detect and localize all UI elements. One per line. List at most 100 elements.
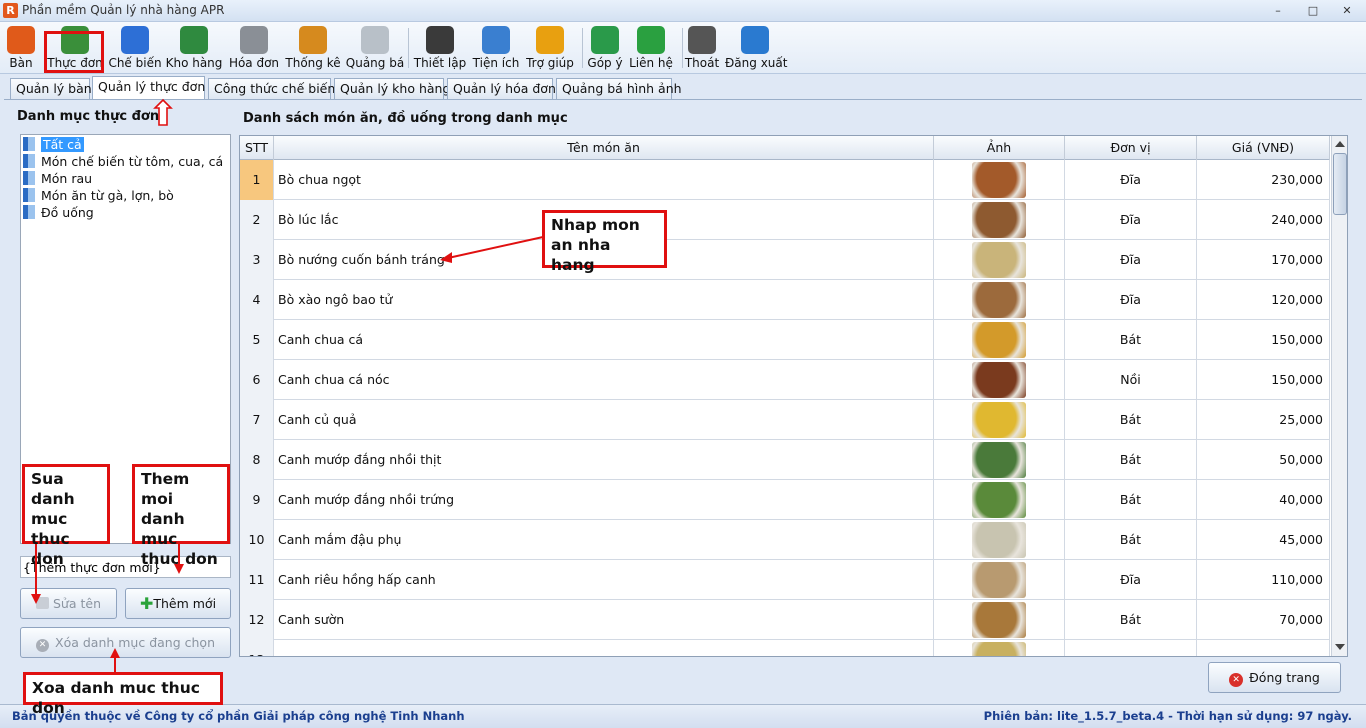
edit-icon (35, 597, 49, 609)
table-row[interactable]: 10 Canh mắm đậu phụ Bát 45,000 (240, 520, 1330, 560)
toolbar-button-7[interactable]: Thiết lập (414, 24, 466, 72)
scroll-down-icon[interactable] (1335, 644, 1345, 650)
barrier-icon (426, 26, 454, 54)
table-row[interactable]: 1 Bò chua ngọt Đĩa 230,000 (240, 160, 1330, 200)
table-row[interactable]: 3 Bò nướng cuốn bánh tráng Đĩa 170,000 (240, 240, 1330, 280)
table-row[interactable]: 8 Canh mướp đắng nhồi thịt Bát 50,000 (240, 440, 1330, 480)
row-price: 25,000 (1197, 400, 1330, 440)
toolbar-separator (682, 28, 683, 68)
table-row[interactable]: 9 Canh mướp đắng nhồi trứng Bát 40,000 (240, 480, 1330, 520)
dish-photo (972, 282, 1026, 318)
row-price: 110,000 (1197, 560, 1330, 600)
toolbar-button-13[interactable]: Đăng xuất (725, 24, 787, 72)
col-price[interactable]: Giá (VNĐ) (1197, 136, 1330, 160)
table-row[interactable]: 4 Bò xào ngô bao tử Đĩa 120,000 (240, 280, 1330, 320)
molecule-icon (121, 26, 149, 54)
add-category-button[interactable]: ✚Thêm mới (125, 588, 231, 619)
scroll-thumb[interactable] (1333, 153, 1347, 215)
callout-delete-category: Xoa danh muc thuc don (23, 672, 223, 717)
dish-list-title: Danh sách món ăn, đồ uống trong danh mục (243, 111, 568, 126)
col-name[interactable]: Tên món ăn (274, 136, 934, 160)
category-item[interactable]: Tất cả (23, 137, 84, 154)
category-item[interactable]: Đồ uống (23, 205, 94, 222)
toolbar-button-8[interactable]: Tiện ích (472, 24, 520, 72)
toolbar-button-0[interactable]: Bàn (0, 24, 45, 72)
row-unit (1065, 640, 1197, 656)
folder-icon (23, 205, 35, 219)
tab-2[interactable]: Công thức chế biến (208, 78, 335, 100)
tab-1[interactable]: Quản lý thực đơn (92, 76, 205, 100)
box-icon (482, 26, 510, 54)
tab-4[interactable]: Quản lý hóa đơn (447, 78, 556, 100)
toolbar-button-9[interactable]: Trợ giúp (526, 24, 574, 72)
toolbar-label: Hóa đơn (228, 56, 280, 70)
tab-5[interactable]: Quảng bá hình ảnh (556, 78, 682, 100)
row-stt: 3 (240, 240, 274, 280)
row-name: Canh chua cá (274, 320, 934, 360)
toolbar-button-2[interactable]: Chế biến (108, 24, 162, 72)
dish-photo (972, 202, 1026, 238)
row-image (934, 160, 1065, 200)
col-stt[interactable]: STT (240, 136, 274, 160)
row-stt: 4 (240, 280, 274, 320)
dish-photo (972, 162, 1026, 198)
minimize-button[interactable]: – (1268, 4, 1288, 18)
category-item[interactable]: Món rau (23, 171, 92, 188)
row-price (1197, 640, 1330, 656)
col-image[interactable]: Ảnh (934, 136, 1065, 160)
toolbar-label: Tiện ích (472, 56, 520, 70)
dish-grid[interactable]: STT Tên món ăn Ảnh Đơn vị Giá (VNĐ) 1 Bò … (239, 135, 1348, 657)
row-stt: 1 (240, 160, 274, 200)
toolbar-button-12[interactable]: Thoát (678, 24, 726, 72)
table-row[interactable]: 12 Canh sườn Bát 70,000 (240, 600, 1330, 640)
power-icon (688, 26, 716, 54)
close-window-button[interactable]: ✕ (1337, 4, 1357, 18)
edit-category-button[interactable]: Sửa tên (20, 588, 117, 619)
vertical-scrollbar[interactable] (1331, 136, 1347, 656)
table-row[interactable]: 6 Canh chua cá nóc Nồi 150,000 (240, 360, 1330, 400)
copyright-text: Bản quyền thuộc về Công ty cổ phần Giải … (12, 709, 465, 723)
col-unit[interactable]: Đơn vị (1065, 136, 1197, 160)
version-text: Phiên bản: lite_1.5.7_beta.4 - Thời hạn … (983, 709, 1352, 723)
row-stt: 12 (240, 600, 274, 640)
feedback-icon (591, 26, 619, 54)
row-stt: 7 (240, 400, 274, 440)
dish-photo (972, 242, 1026, 278)
tab-strip: Quản lý bàn Quản lý thực đơn Công thức chế… (0, 76, 1366, 100)
table-row[interactable]: 11 Canh riêu hồng hấp canh Đĩa 110,000 (240, 560, 1330, 600)
close-page-button[interactable]: ✕ Đóng trang (1208, 662, 1341, 693)
tab-3[interactable]: Quản lý kho hàng (334, 78, 450, 100)
toolbar-separator (582, 28, 583, 68)
category-item[interactable]: Món ăn từ gà, lợn, bò (23, 188, 174, 205)
phone-icon (637, 26, 665, 54)
toolbar-label: Trợ giúp (526, 56, 574, 70)
tab-0[interactable]: Quản lý bàn (10, 78, 92, 100)
main-toolbar: Bàn Thực đơn Chế biến Kho hàng Hóa đơn Thống … (0, 22, 1366, 74)
row-price: 150,000 (1197, 360, 1330, 400)
delete-category-button[interactable]: ✕ Xóa danh mục đang chọn (20, 627, 231, 658)
toolbar-button-3[interactable]: Kho hàng (166, 24, 222, 72)
scroll-up-icon[interactable] (1335, 141, 1345, 147)
toolbar-label: Thiết lập (413, 56, 467, 70)
toolbar-label: Thoát (684, 56, 720, 70)
maximize-button[interactable]: □ (1303, 4, 1323, 18)
folder-icon (23, 188, 35, 202)
row-stt: 6 (240, 360, 274, 400)
table-row[interactable]: 2 Bò lúc lắc Đĩa 240,000 (240, 200, 1330, 240)
toolbar-button-6[interactable]: Quảng bá (346, 24, 404, 72)
dish-photo (972, 562, 1026, 598)
table-row[interactable]: 7 Canh củ quả Bát 25,000 (240, 400, 1330, 440)
table-row[interactable]: 13 (240, 640, 1330, 656)
dish-photo (972, 322, 1026, 358)
row-unit: Bát (1065, 440, 1197, 480)
category-item[interactable]: Món chế biến từ tôm, cua, cá (23, 154, 223, 171)
toolbar-button-5[interactable]: Thống kê (285, 24, 341, 72)
row-stt: 13 (240, 640, 274, 656)
row-name: Canh mướp đắng nhồi trứng (274, 480, 934, 520)
toolbar-button-11[interactable]: Liên hệ (627, 24, 675, 72)
row-unit: Đĩa (1065, 200, 1197, 240)
table-row[interactable]: 5 Canh chua cá Bát 150,000 (240, 320, 1330, 360)
money-bag-icon (240, 26, 268, 54)
toolbar-button-4[interactable]: Hóa đơn (229, 24, 279, 72)
dish-photo (972, 482, 1026, 518)
